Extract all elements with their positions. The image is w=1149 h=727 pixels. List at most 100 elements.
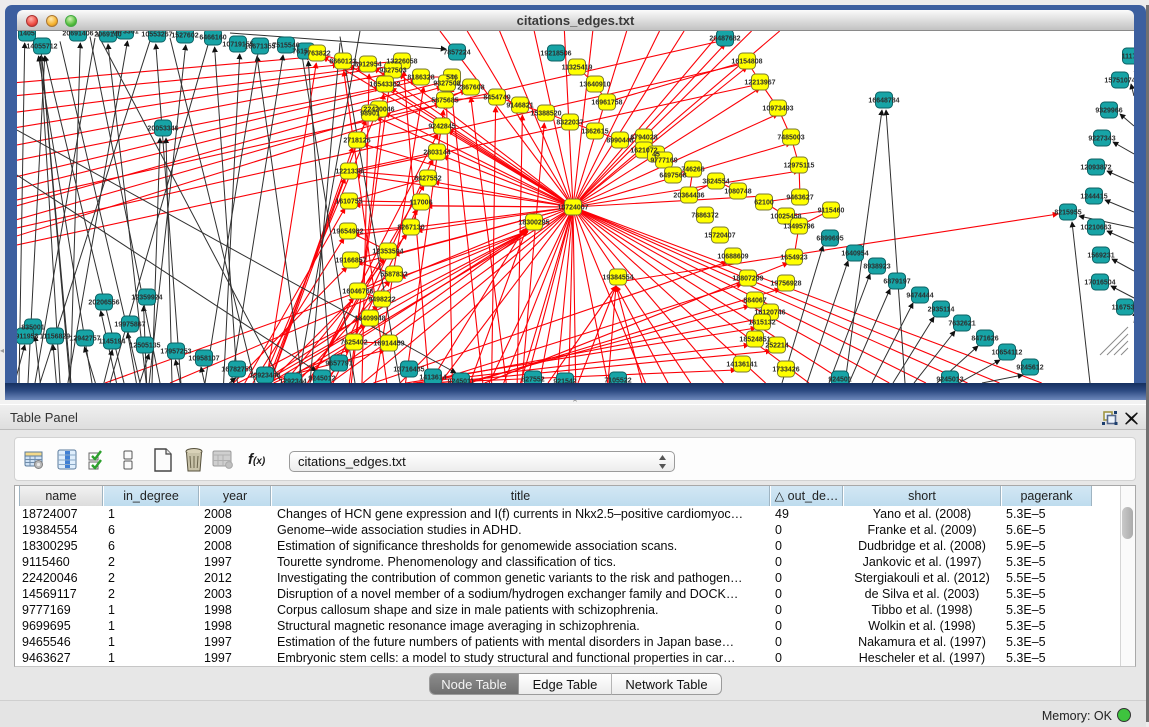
svg-text:5875685: 5875685 — [431, 98, 458, 105]
svg-text:62100: 62100 — [754, 200, 774, 207]
svg-text:8938923: 8938923 — [863, 264, 890, 271]
svg-text:1080748: 1080748 — [724, 189, 751, 196]
svg-text:884067: 884067 — [743, 298, 766, 305]
svg-text:98901: 98901 — [360, 111, 380, 118]
svg-text:16120746: 16120746 — [754, 310, 785, 317]
svg-text:12975115: 12975115 — [784, 163, 815, 170]
svg-text:19756928: 19756928 — [770, 281, 801, 288]
svg-text:9245612: 9245612 — [1016, 365, 1043, 372]
svg-text:16543362: 16543362 — [369, 82, 400, 89]
svg-text:19218506: 19218506 — [540, 51, 571, 58]
svg-text:9777169: 9777169 — [650, 158, 677, 165]
svg-text:2935114: 2935114 — [928, 307, 955, 314]
svg-text:12505135: 12505135 — [129, 343, 160, 350]
svg-text:8267130: 8267130 — [397, 225, 424, 232]
svg-text:9463627: 9463627 — [786, 195, 813, 202]
svg-text:1610755: 1610755 — [335, 199, 362, 206]
svg-text:15388520: 15388520 — [530, 111, 561, 118]
svg-text:1167533: 1167533 — [1112, 305, 1134, 312]
svg-text:3824554: 3824554 — [702, 179, 729, 186]
svg-text:1640954: 1640954 — [841, 251, 868, 258]
svg-text:2803144: 2803144 — [423, 150, 450, 157]
svg-text:7625402: 7625402 — [340, 340, 367, 347]
svg-text:1362615: 1362615 — [581, 129, 608, 136]
svg-text:9498222: 9498222 — [368, 297, 395, 304]
svg-text:20053346: 20053346 — [147, 126, 178, 133]
svg-text:16782759: 16782759 — [221, 367, 252, 374]
svg-text:2718126: 2718126 — [343, 138, 370, 145]
svg-text:20364436: 20364436 — [673, 193, 704, 200]
svg-text:11325419: 11325419 — [562, 65, 593, 72]
svg-text:13226058: 13226058 — [386, 59, 417, 66]
svg-text:11156829: 11156829 — [40, 334, 70, 341]
svg-text:1569231: 1569231 — [1087, 253, 1114, 260]
svg-text:6497568: 6497568 — [659, 173, 686, 180]
svg-text:14055712: 14055712 — [26, 44, 57, 51]
svg-text:20487682: 20487682 — [709, 36, 740, 43]
svg-text:11170: 11170 — [1122, 54, 1134, 61]
svg-text:9227343: 9227343 — [1088, 136, 1115, 143]
svg-text:6794028: 6794028 — [630, 135, 657, 142]
svg-text:8454749: 8454749 — [483, 95, 510, 102]
svg-text:16961758: 16961758 — [591, 100, 622, 107]
svg-text:9146821: 9146821 — [506, 103, 533, 110]
svg-text:16409948: 16409948 — [354, 316, 385, 323]
svg-text:10553267: 10553267 — [141, 32, 172, 39]
svg-text:7485003: 7485003 — [777, 135, 804, 142]
svg-text:12213967: 12213967 — [744, 80, 775, 87]
svg-text:10210663: 10210663 — [1080, 225, 1111, 232]
svg-text:13716485: 13716485 — [393, 367, 424, 374]
svg-text:9115460: 9115460 — [818, 208, 845, 215]
svg-text:6879197: 6879197 — [883, 279, 910, 286]
svg-text:19384554: 19384554 — [602, 275, 633, 282]
svg-text:1145194: 1145194 — [99, 339, 126, 346]
svg-text:19654982: 19654982 — [332, 229, 363, 236]
svg-text:9474444: 9474444 — [906, 293, 933, 300]
svg-text:10973493: 10973493 — [762, 106, 793, 113]
svg-text:2867608: 2867608 — [457, 85, 484, 92]
svg-text:1615132: 1615132 — [748, 320, 775, 327]
svg-text:19975867: 19975867 — [114, 322, 145, 329]
svg-text:1244415: 1244415 — [1080, 194, 1107, 201]
svg-text:1733426: 1733426 — [772, 367, 799, 374]
svg-text:1405: 1405 — [19, 31, 35, 38]
svg-text:746266: 746266 — [681, 167, 704, 174]
svg-text:6899695: 6899695 — [816, 236, 843, 243]
svg-text:1911953: 1911953 — [17, 334, 39, 341]
svg-text:12359924: 12359924 — [131, 295, 162, 302]
svg-text:8427552: 8427552 — [414, 176, 441, 183]
svg-text:8322037: 8322037 — [556, 120, 583, 127]
svg-text:16671355: 16671355 — [244, 44, 275, 51]
svg-text:5587832: 5587832 — [380, 272, 407, 279]
svg-text:16046766: 16046766 — [342, 289, 373, 296]
svg-text:14136141: 14136141 — [726, 362, 757, 369]
svg-text:10654112: 10654112 — [992, 350, 1023, 357]
svg-text:252214: 252214 — [765, 343, 788, 350]
svg-text:16914459: 16914459 — [373, 341, 404, 348]
svg-text:12353594: 12353594 — [372, 249, 403, 256]
svg-text:18300295: 18300295 — [518, 220, 549, 227]
svg-text:8186328: 8186328 — [407, 75, 434, 82]
svg-text:8215955: 8215955 — [1054, 210, 1081, 217]
svg-text:13495796: 13495796 — [783, 224, 814, 231]
svg-text:9329966: 9329966 — [1095, 108, 1122, 115]
svg-text:20691406: 20691406 — [62, 31, 93, 38]
svg-text:19166857: 19166857 — [335, 258, 366, 265]
svg-text:15751074: 15751074 — [1104, 78, 1134, 85]
svg-text:16648784: 16648784 — [868, 98, 899, 105]
svg-text:8660123: 8660123 — [329, 59, 356, 66]
svg-text:7763822: 7763822 — [303, 51, 330, 58]
svg-text:8471626: 8471626 — [971, 336, 998, 343]
svg-text:17016504: 17016504 — [1084, 280, 1115, 287]
svg-text:9657791: 9657791 — [325, 361, 352, 368]
svg-text:10958107: 10958107 — [188, 356, 219, 363]
svg-text:12093872: 12093872 — [1080, 165, 1111, 172]
svg-text:7886372: 7886372 — [691, 213, 718, 220]
svg-text:12923448: 12923448 — [249, 373, 280, 380]
svg-text:7857224: 7857224 — [443, 50, 470, 57]
svg-text:10688609: 10688609 — [717, 254, 748, 261]
svg-text:9242845: 9242845 — [428, 124, 455, 131]
svg-text:18807299: 18807299 — [732, 276, 763, 283]
svg-text:1221338: 1221338 — [335, 169, 362, 176]
svg-text:9327503: 9327503 — [379, 68, 406, 75]
